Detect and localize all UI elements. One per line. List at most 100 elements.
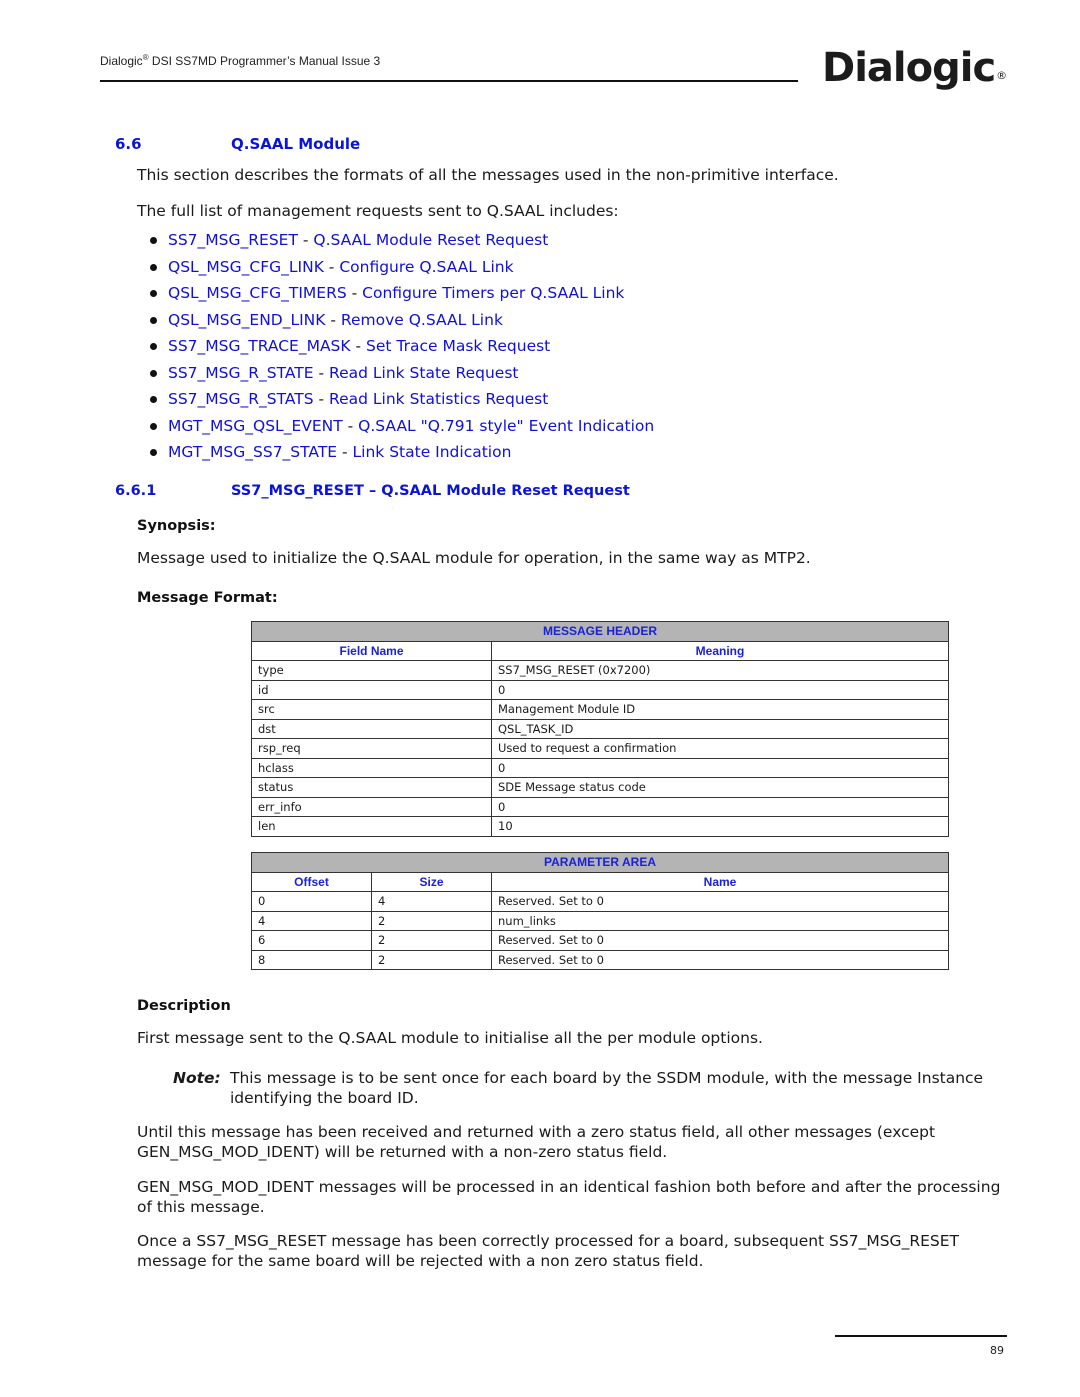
subsection-number: 6.6.1 — [115, 483, 157, 499]
subsection-heading: 6.6.1 SS7_MSG_RESET – Q.SAAL Module Reset… — [115, 483, 630, 499]
table-row: 4 2 num_links — [251, 910, 949, 931]
request-desc-link[interactable]: Q.SAAL "Q.791 style" Event Indication — [358, 417, 654, 435]
name-cell: Reserved. Set to 0 — [491, 949, 949, 970]
separator: - — [323, 257, 340, 276]
offset-cell: 4 — [251, 910, 372, 931]
field-name-cell: status — [251, 777, 492, 798]
running-header: Dialogic® DSI SS7MD Programmer’s Manual … — [100, 53, 380, 68]
separator: - — [346, 284, 363, 302]
meaning-cell: 10 — [491, 816, 949, 837]
list-item: SS7_MSG_TRACE_MASK - Set Trace Mask Requ… — [148, 335, 654, 362]
request-name-link[interactable]: QSL_MSG_END_LINK — [168, 311, 325, 329]
page-number: 89 — [990, 1344, 1004, 1357]
table-row: 8 2 Reserved. Set to 0 — [251, 949, 949, 970]
paragraph: GEN_MSG_MOD_IDENT messages will be proce… — [137, 1178, 1001, 1216]
description-label: Description — [137, 998, 231, 1014]
separator: - — [297, 231, 314, 249]
list-intro: The full list of management requests sen… — [137, 202, 619, 220]
section-number: 6.6 — [115, 135, 142, 153]
offset-cell: 0 — [251, 891, 372, 912]
column-header-name: Name — [491, 871, 949, 892]
meaning-cell: SS7_MSG_RESET (0x7200) — [491, 660, 949, 681]
request-name-link[interactable]: SS7_MSG_TRACE_MASK — [168, 337, 351, 355]
paragraph: Once a SS7_MSG_RESET message has been co… — [137, 1232, 959, 1270]
section-title: Q.SAAL Module — [231, 135, 361, 153]
meaning-cell: Used to request a confirmation — [491, 738, 949, 759]
separator: - — [313, 363, 330, 382]
table-row: 0 4 Reserved. Set to 0 — [251, 891, 949, 912]
message-header-title: MESSAGE HEADER — [251, 621, 949, 642]
name-cell: num_links — [491, 910, 949, 931]
list-item: QSL_MSG_CFG_LINK - Configure Q.SAAL Link — [148, 256, 654, 283]
request-name-link[interactable]: QSL_MSG_CFG_LINK — [168, 258, 324, 276]
list-item: QSL_MSG_END_LINK - Remove Q.SAAL Link — [148, 309, 654, 336]
field-name-cell: dst — [251, 718, 492, 739]
list-item: MGT_MSG_SS7_STATE - Link State Indicatio… — [148, 441, 654, 468]
note-block: Note: This message is to be sent once for… — [173, 1068, 1013, 1108]
request-desc-link[interactable]: Read Link State Request — [329, 364, 518, 382]
table-row: rsp_req Used to request a confirmation — [251, 738, 949, 759]
request-desc-link[interactable]: Remove Q.SAAL Link — [341, 311, 503, 329]
request-name-link[interactable]: MGT_MSG_SS7_STATE — [168, 443, 337, 461]
meaning-cell: Management Module ID — [491, 699, 949, 720]
parameter-area-table: PARAMETER AREA Offset Size Name 0 4 Reserv… — [251, 852, 949, 970]
table-row: id 0 — [251, 679, 949, 700]
table-row: hclass 0 — [251, 757, 949, 778]
request-desc-link[interactable]: Read Link Statistics Request — [329, 390, 548, 408]
meaning-cell: SDE Message status code — [491, 777, 949, 798]
section-intro: This section describes the formats of al… — [137, 166, 839, 184]
request-desc-link[interactable]: Link State Indication — [353, 443, 512, 461]
name-cell: Reserved. Set to 0 — [491, 930, 949, 951]
request-desc-link[interactable]: Set Trace Mask Request — [366, 337, 550, 355]
request-desc-link[interactable]: Configure Timers per Q.SAAL Link — [362, 284, 624, 302]
list-item: MGT_MSG_QSL_EVENT - Q.SAAL "Q.791 style"… — [148, 415, 654, 442]
request-desc-link[interactable]: Configure Q.SAAL Link — [339, 258, 513, 276]
footer-rule — [835, 1335, 1007, 1337]
separator: - — [313, 390, 330, 408]
subsection-title: SS7_MSG_RESET – Q.SAAL Module Reset Requ… — [231, 483, 630, 499]
request-name-link[interactable]: SS7_MSG_R_STATE — [168, 364, 314, 382]
request-name-link[interactable]: SS7_MSG_R_STATS — [168, 390, 314, 408]
field-name-cell: err_info — [251, 796, 492, 817]
synopsis-label: Synopsis: — [137, 518, 216, 534]
field-name-cell: rsp_req — [251, 738, 492, 759]
table-row: len 10 — [251, 816, 949, 837]
list-item: SS7_MSG_R_STATS - Read Link Statistics R… — [148, 388, 654, 415]
list-item: SS7_MSG_R_STATE - Read Link State Reques… — [148, 362, 654, 389]
list-item: QSL_MSG_CFG_TIMERS - Configure Timers pe… — [148, 282, 654, 309]
synopsis-text: Message used to initialize the Q.SAAL mo… — [137, 549, 811, 567]
message-format-label: Message Format: — [137, 590, 278, 606]
request-name-link[interactable]: SS7_MSG_RESET — [168, 231, 298, 249]
separator: - — [337, 443, 353, 461]
manual-title-suffix: DSI SS7MD Programmer’s Manual Issue 3 — [148, 54, 381, 68]
message-header-table: MESSAGE HEADER Field Name Meaning type SS… — [251, 621, 949, 837]
field-name-cell: len — [251, 816, 492, 837]
size-cell: 4 — [371, 891, 492, 912]
table-row: src Management Module ID — [251, 699, 949, 720]
logo-text: Dialogic — [822, 45, 996, 91]
size-cell: 2 — [371, 949, 492, 970]
dialogic-logo: Dialogic® — [822, 44, 1007, 100]
note-text: This message is to be sent once for each… — [230, 1069, 984, 1107]
meaning-cell: QSL_TASK_ID — [491, 718, 949, 739]
column-header-meaning: Meaning — [491, 640, 949, 661]
list-item: SS7_MSG_RESET - Q.SAAL Module Reset Requ… — [148, 229, 654, 256]
manual-title-prefix: Dialogic — [100, 54, 143, 68]
request-desc-link[interactable]: Q.SAAL Module Reset Request — [313, 231, 548, 249]
offset-cell: 8 — [251, 949, 372, 970]
table-row: status SDE Message status code — [251, 777, 949, 798]
request-name-link[interactable]: QSL_MSG_CFG_TIMERS — [168, 284, 347, 302]
size-cell: 2 — [371, 910, 492, 931]
header-rule — [100, 80, 798, 82]
size-cell: 2 — [371, 930, 492, 951]
logo-registered-mark: ® — [996, 69, 1007, 82]
table-row: err_info 0 — [251, 796, 949, 817]
description-text: First message sent to the Q.SAAL module … — [137, 1029, 763, 1047]
column-header-offset: Offset — [251, 871, 372, 892]
table-row: 6 2 Reserved. Set to 0 — [251, 930, 949, 951]
parameter-area-title: PARAMETER AREA — [251, 852, 949, 873]
meaning-cell: 0 — [491, 796, 949, 817]
column-header-size: Size — [371, 871, 492, 892]
table-row: type SS7_MSG_RESET (0x7200) — [251, 660, 949, 681]
request-name-link[interactable]: MGT_MSG_QSL_EVENT — [168, 417, 343, 435]
